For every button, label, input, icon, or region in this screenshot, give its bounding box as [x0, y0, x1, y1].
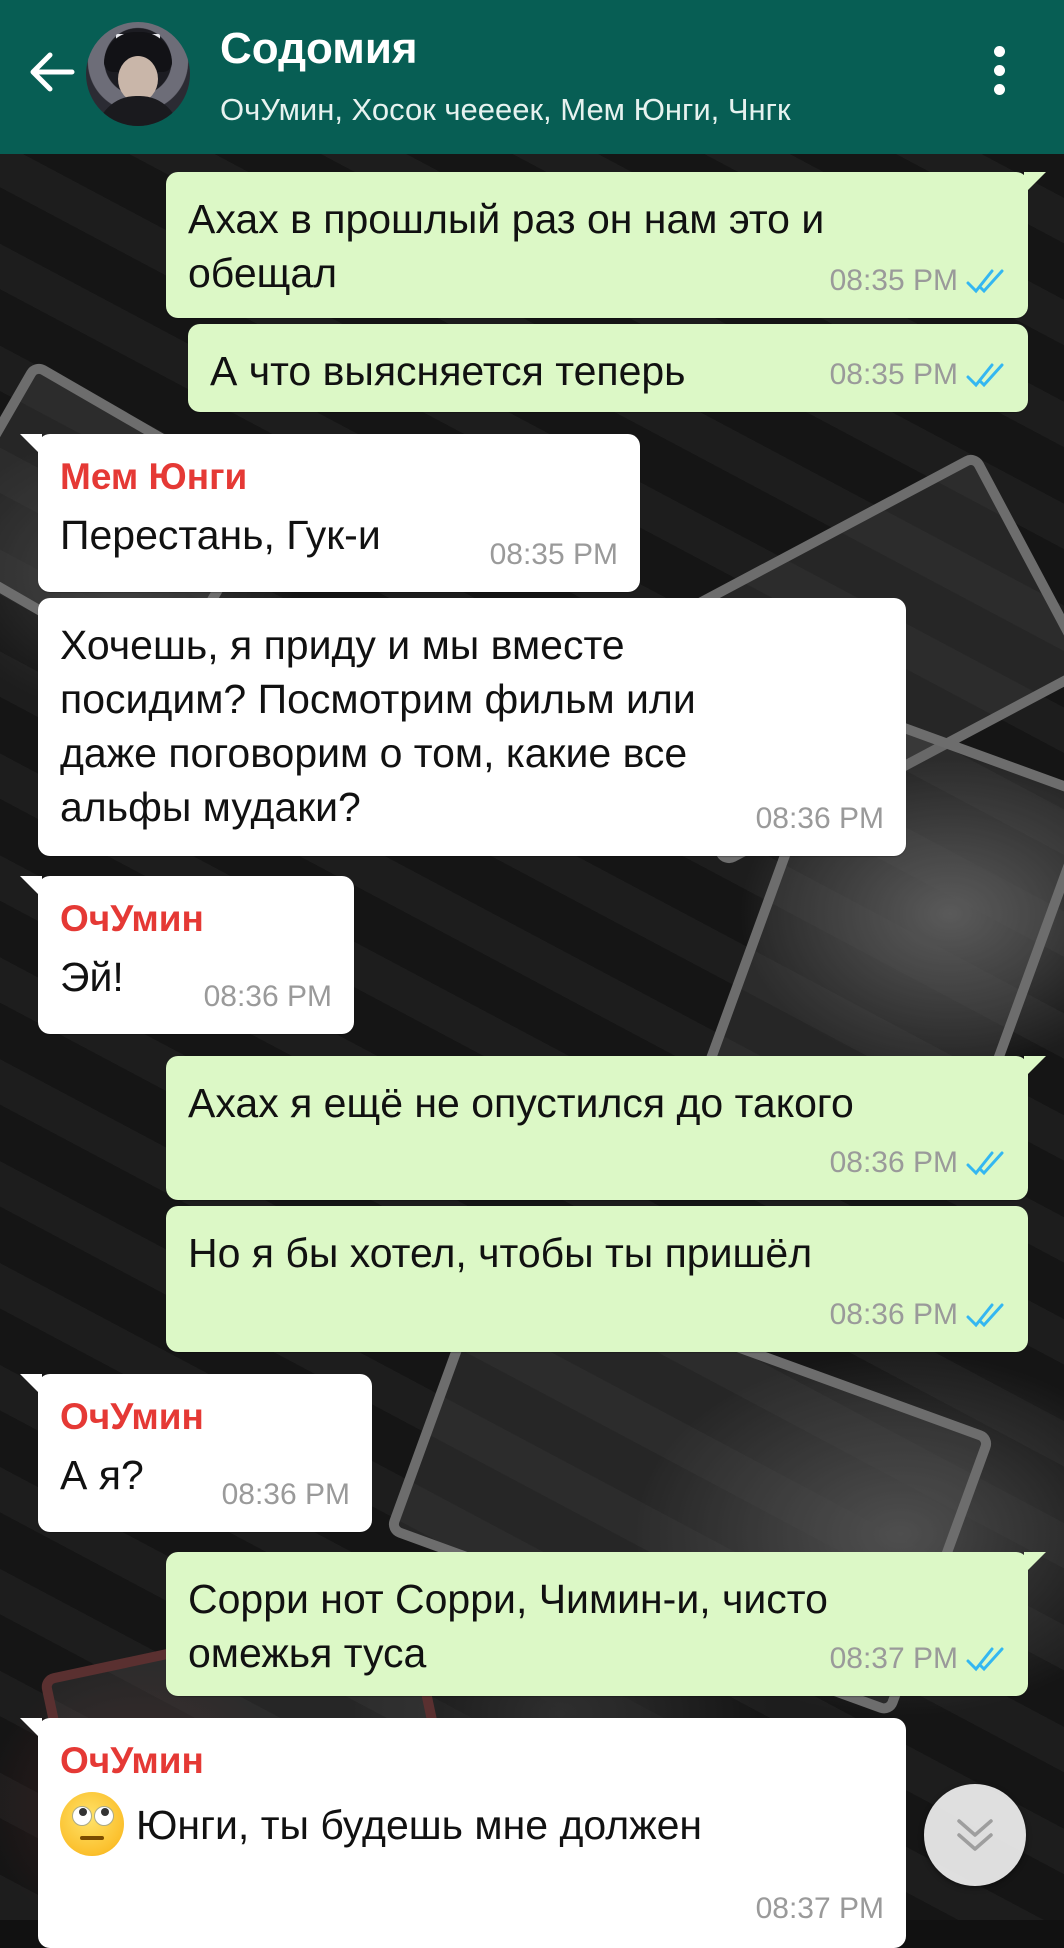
message-meta: 08:37 PM [756, 1882, 884, 1936]
message-text: Юнги, ты будешь мне должен [60, 1792, 884, 1860]
message-meta: 08:36 PM [222, 1468, 350, 1522]
double-check-icon [966, 269, 1004, 294]
message-bubble-incoming[interactable]: Мем Юнги Перестань, Гук-и 08:35 PM [20, 434, 640, 592]
face-with-rolling-eyes-icon [60, 1792, 124, 1856]
double-check-icon [966, 1151, 1004, 1176]
message-meta: 08:36 PM [204, 970, 332, 1024]
double-chevron-down-icon [957, 1819, 993, 1851]
scroll-to-bottom-button[interactable] [924, 1784, 1026, 1886]
message-bubble-outgoing[interactable]: А что выясняется теперь 08:35 PM [188, 324, 1028, 412]
message-meta: 08:35 PM [830, 254, 1006, 308]
avatar-body [96, 96, 180, 126]
message-time: 08:36 PM [755, 802, 884, 835]
message-meta: 08:36 PM [830, 1288, 1006, 1342]
message-meta: 08:36 PM [830, 1136, 1006, 1190]
more-options-button[interactable] [986, 46, 1012, 106]
chat-header: Содомия ОчУмин, Хосок чееeек, Мем Юнги, … [0, 0, 1064, 154]
message-bubble-incoming[interactable]: ОчУмин Юнги, ты будешь мне должен 08:37 … [20, 1718, 906, 1948]
message-time: 08:36 PM [221, 1478, 350, 1511]
message-bubble-incoming[interactable]: Хочешь, я приду и мы вместе посидим? Пос… [38, 598, 906, 856]
sender-name[interactable]: Мем Юнги [60, 454, 618, 500]
message-time: 08:35 PM [829, 358, 958, 391]
double-check-icon [966, 1303, 1004, 1328]
message-meta: 08:37 PM [830, 1632, 1006, 1686]
double-check-icon [966, 363, 1004, 388]
sender-name[interactable]: ОчУмин [60, 1394, 350, 1440]
message-bubble-incoming[interactable]: ОчУмин А я? 08:36 PM [20, 1374, 372, 1532]
group-avatar[interactable] [86, 22, 190, 126]
message-time: 08:36 PM [203, 980, 332, 1013]
message-time: 08:35 PM [489, 538, 618, 571]
message-meta: 08:35 PM [830, 348, 1006, 402]
message-time: 08:36 PM [829, 1298, 958, 1331]
message-bubble-outgoing[interactable]: Ахах в прошлый раз он нам это и обещал 08… [166, 172, 1046, 318]
message-text: Ахах я ещё не опустился до такого [188, 1080, 854, 1126]
message-text: Но я бы хотел, чтобы ты пришёл [188, 1230, 813, 1276]
sender-name[interactable]: ОчУмин [60, 896, 332, 942]
message-bubble-outgoing[interactable]: Но я бы хотел, чтобы ты пришёл 08:36 PM [166, 1206, 1028, 1352]
message-bubble-outgoing[interactable]: Сорри нот Сорри, Чимин-и, чисто омежья ту… [166, 1552, 1046, 1696]
message-bubble-incoming[interactable]: ОчУмин Эй! 08:36 PM [20, 876, 354, 1034]
message-time: 08:37 PM [755, 1892, 884, 1925]
more-vertical-icon [986, 46, 1012, 95]
arrow-left-icon [30, 52, 75, 92]
message-meta: 08:36 PM [756, 792, 884, 846]
message-time: 08:35 PM [829, 264, 958, 297]
message-meta: 08:35 PM [490, 528, 618, 582]
chat-title[interactable]: Содомия [220, 24, 418, 74]
back-button[interactable] [22, 42, 82, 102]
message-time: 08:36 PM [829, 1146, 958, 1179]
sender-name[interactable]: ОчУмин [60, 1738, 884, 1784]
message-time: 08:37 PM [829, 1642, 958, 1675]
double-check-icon [966, 1647, 1004, 1672]
message-bubble-outgoing[interactable]: Ахах я ещё не опустился до такого 08:36 … [166, 1056, 1046, 1200]
chat-members[interactable]: ОчУмин, Хосок чееeек, Мем Юнги, Чнгк [220, 92, 791, 128]
